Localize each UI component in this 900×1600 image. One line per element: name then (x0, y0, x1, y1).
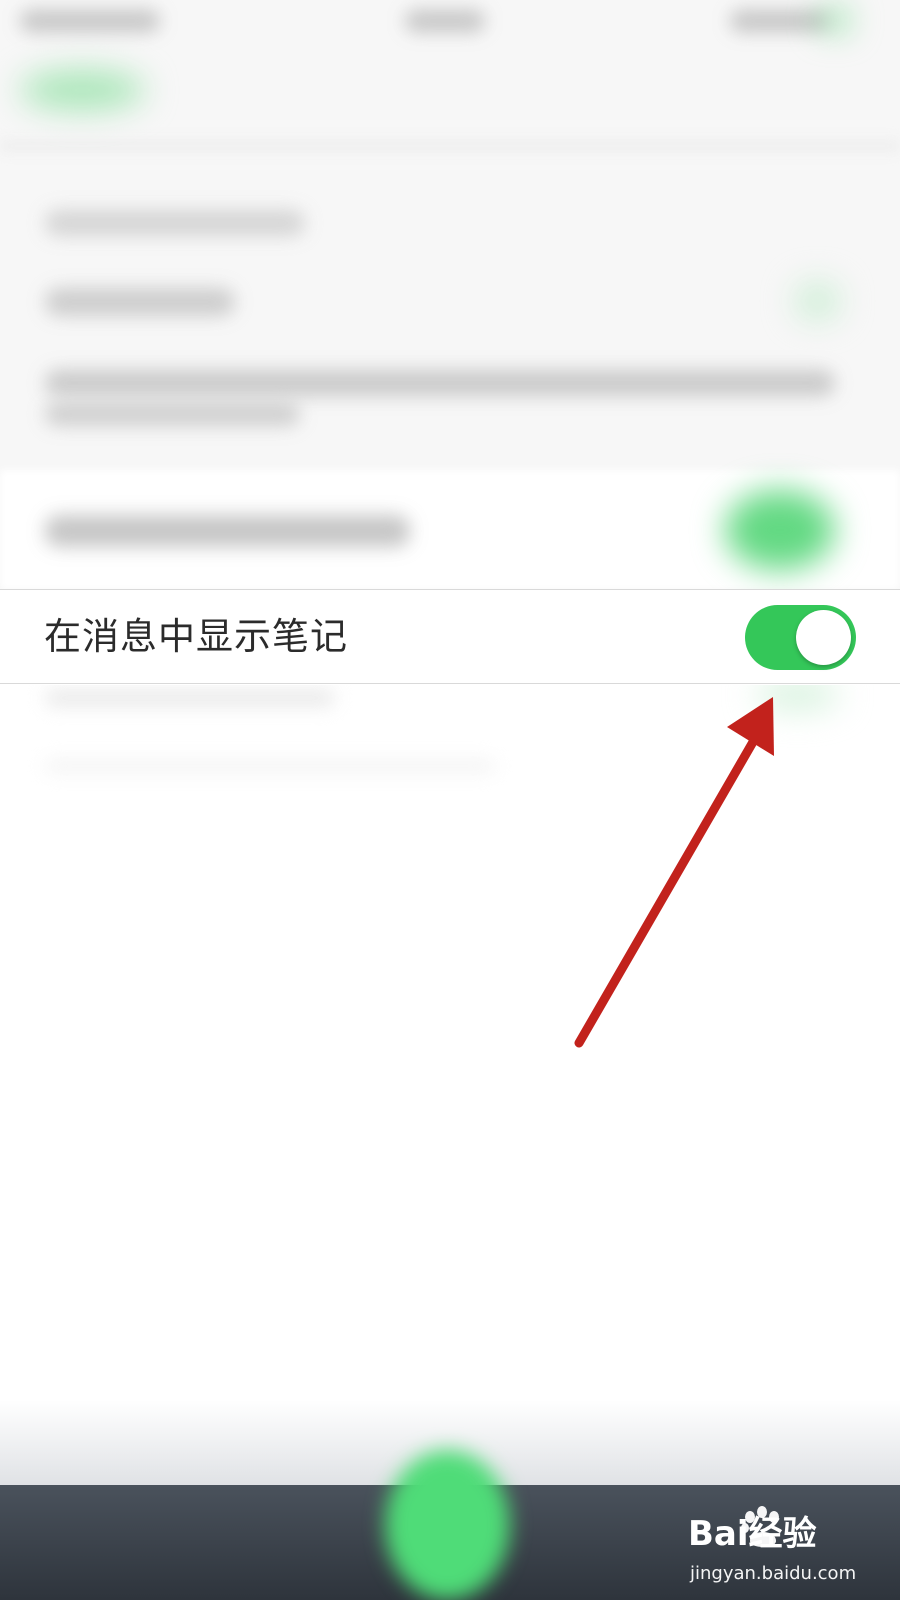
blurred-background-content (0, 0, 900, 590)
baidu-jingyan-watermark: Bai经验 jingyan.baidu.com (688, 1503, 888, 1593)
brand-text: Bai经验 (688, 1514, 817, 1554)
watermark-url: jingyan.baidu.com (690, 1563, 857, 1584)
show-notes-toggle[interactable] (745, 605, 856, 670)
blurred-lower-content (0, 685, 900, 805)
setting-label: 在消息中显示笔记 (44, 615, 348, 658)
baidu-jingyan-logo: Bai经验 (688, 1506, 817, 1554)
blurred-center-button (385, 1450, 510, 1600)
toggle-knob (796, 610, 851, 665)
setting-row-show-notes-in-messages: 在消息中显示笔记 (0, 589, 900, 684)
